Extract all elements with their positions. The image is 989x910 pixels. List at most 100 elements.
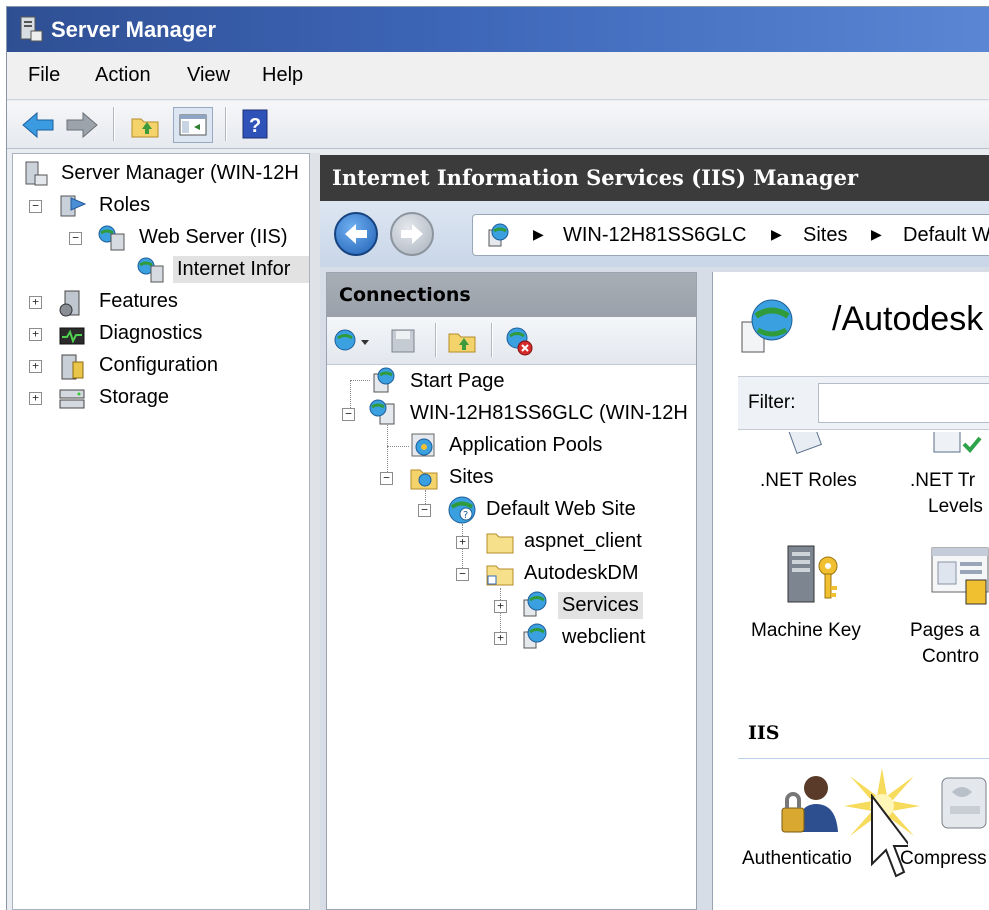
breadcrumb-address-bar[interactable]: ▶ WIN-12H81SS6GLC ▶ Sites ▶ Default W (472, 214, 989, 256)
tree-item-features[interactable]: Features (99, 290, 178, 313)
server-manager-app-icon (19, 15, 43, 43)
tree-item-roles[interactable]: Roles (99, 194, 150, 217)
tree-item-application-pools[interactable]: Application Pools (449, 434, 602, 457)
server-globe-icon (485, 222, 511, 248)
feature-pages-and-controls-line2[interactable]: Contro (922, 646, 979, 668)
breadcrumb-arrow-icon: ▶ (871, 226, 882, 242)
tree-item-internet-information-services[interactable]: Internet Infor (173, 256, 309, 283)
collapse-icon[interactable]: − (418, 504, 431, 517)
authentication-icon[interactable] (776, 770, 840, 840)
breadcrumb-sites[interactable]: Sites (803, 224, 847, 247)
application-pools-icon (408, 430, 440, 460)
forward-arrow-icon[interactable] (65, 110, 99, 140)
tree-item-server-manager[interactable]: Server Manager (WIN-12H (61, 162, 309, 185)
feature-compression[interactable]: Compress (900, 848, 987, 870)
feature-net-trust-levels-line1[interactable]: .NET Tr (910, 470, 975, 492)
configuration-icon (57, 352, 87, 382)
default-web-site-icon: ? (444, 494, 480, 526)
disconnect-icon[interactable] (503, 325, 535, 357)
menu-action[interactable]: Action (95, 64, 151, 87)
roles-icon (57, 192, 87, 220)
expand-icon[interactable]: + (29, 392, 42, 405)
save-icon[interactable] (389, 327, 417, 355)
tree-item-webclient[interactable]: webclient (562, 626, 645, 649)
group-divider (738, 758, 989, 759)
collapse-icon[interactable]: − (69, 232, 82, 245)
expand-icon[interactable]: + (494, 632, 507, 645)
svg-text:?: ? (463, 510, 468, 521)
tree-item-web-server-iis[interactable]: Web Server (IIS) (139, 226, 288, 249)
toolbar: ? (7, 101, 989, 149)
diagnostics-icon (57, 322, 87, 350)
expand-icon[interactable]: + (29, 296, 42, 309)
server-manager-icon (23, 160, 49, 188)
menu-help[interactable]: Help (262, 64, 303, 87)
collapse-icon[interactable]: − (29, 200, 42, 213)
collapse-icon[interactable]: − (342, 408, 355, 421)
tree-item-start-page[interactable]: Start Page (410, 370, 505, 393)
up-folder-icon[interactable] (129, 109, 161, 141)
iis-pane-title: Internet Information Services (IIS) Mana… (332, 165, 859, 190)
title-bar: Server Manager (7, 7, 989, 52)
tree-item-storage[interactable]: Storage (99, 386, 169, 409)
feature-machine-key[interactable]: Machine Key (751, 620, 861, 642)
filter-input[interactable] (818, 383, 989, 423)
breadcrumb-arrow-icon: ▶ (533, 226, 544, 242)
web-server-iis-icon (97, 224, 127, 252)
tree-item-sites[interactable]: Sites (449, 466, 493, 489)
breadcrumb-default-web-site[interactable]: Default W (903, 224, 989, 247)
feature-pages-and-controls-line1[interactable]: Pages a (910, 620, 980, 642)
expand-icon[interactable]: + (29, 328, 42, 341)
connections-header: Connections (327, 273, 696, 317)
folder-icon (484, 528, 516, 556)
connect-globe-icon[interactable] (333, 326, 373, 356)
pane-splitter[interactable] (310, 153, 320, 910)
tree-item-server[interactable]: WIN-12H81SS6GLC (WIN-12H (410, 402, 696, 425)
connections-title: Connections (339, 284, 471, 306)
net-roles-icon[interactable] (776, 432, 826, 458)
tree-item-autodeskdm[interactable]: AutodeskDM (524, 562, 639, 585)
back-arrow-icon[interactable] (21, 110, 55, 140)
forward-button[interactable] (390, 212, 434, 256)
menu-view[interactable]: View (187, 64, 230, 87)
tree-item-default-web-site[interactable]: Default Web Site (486, 498, 636, 521)
feature-net-trust-levels-line2[interactable]: Levels (928, 496, 983, 518)
application-folder-icon (484, 560, 516, 588)
machine-key-icon[interactable] (784, 544, 846, 608)
iis-pane-header: Internet Information Services (IIS) Mana… (320, 155, 989, 201)
up-folder-icon[interactable] (447, 325, 477, 355)
server-icon (368, 398, 400, 428)
group-header-iis: IIS (748, 722, 780, 744)
feature-authentication[interactable]: Authenticatio (742, 848, 872, 870)
breadcrumb-server[interactable]: WIN-12H81SS6GLC (563, 224, 746, 247)
collapse-icon[interactable]: − (456, 568, 469, 581)
svg-text:?: ? (249, 115, 261, 137)
feature-net-roles[interactable]: .NET Roles (760, 470, 857, 492)
console-tree: Server Manager (WIN-12H − Roles − Web Se… (12, 153, 310, 910)
menu-bar: File Action View Help (7, 52, 989, 100)
compression-icon[interactable] (934, 772, 989, 838)
show-hide-console-tree-icon[interactable] (173, 107, 213, 143)
net-trust-levels-icon[interactable] (928, 432, 989, 458)
expand-icon[interactable]: + (494, 600, 507, 613)
window-title: Server Manager (51, 17, 217, 42)
back-button[interactable] (334, 212, 378, 256)
tree-item-configuration[interactable]: Configuration (99, 354, 218, 377)
application-globe-icon (520, 590, 552, 620)
connections-toolbar (327, 317, 696, 365)
help-icon[interactable]: ? (241, 108, 269, 140)
menu-file[interactable]: File (28, 64, 60, 87)
mouse-cursor-icon (868, 793, 913, 880)
tree-item-aspnet-client[interactable]: aspnet_client (524, 530, 642, 553)
application-globe-icon (520, 622, 552, 652)
storage-icon (57, 384, 87, 414)
tree-item-diagnostics[interactable]: Diagnostics (99, 322, 202, 345)
collapse-icon[interactable]: − (380, 472, 393, 485)
pages-and-controls-icon[interactable] (930, 546, 989, 608)
expand-icon[interactable]: + (29, 360, 42, 373)
start-page-icon (368, 366, 400, 396)
tree-item-services[interactable]: Services (558, 592, 643, 619)
filter-label: Filter: (748, 392, 796, 413)
expand-icon[interactable]: + (456, 536, 469, 549)
iis-manager-icon (135, 256, 167, 284)
